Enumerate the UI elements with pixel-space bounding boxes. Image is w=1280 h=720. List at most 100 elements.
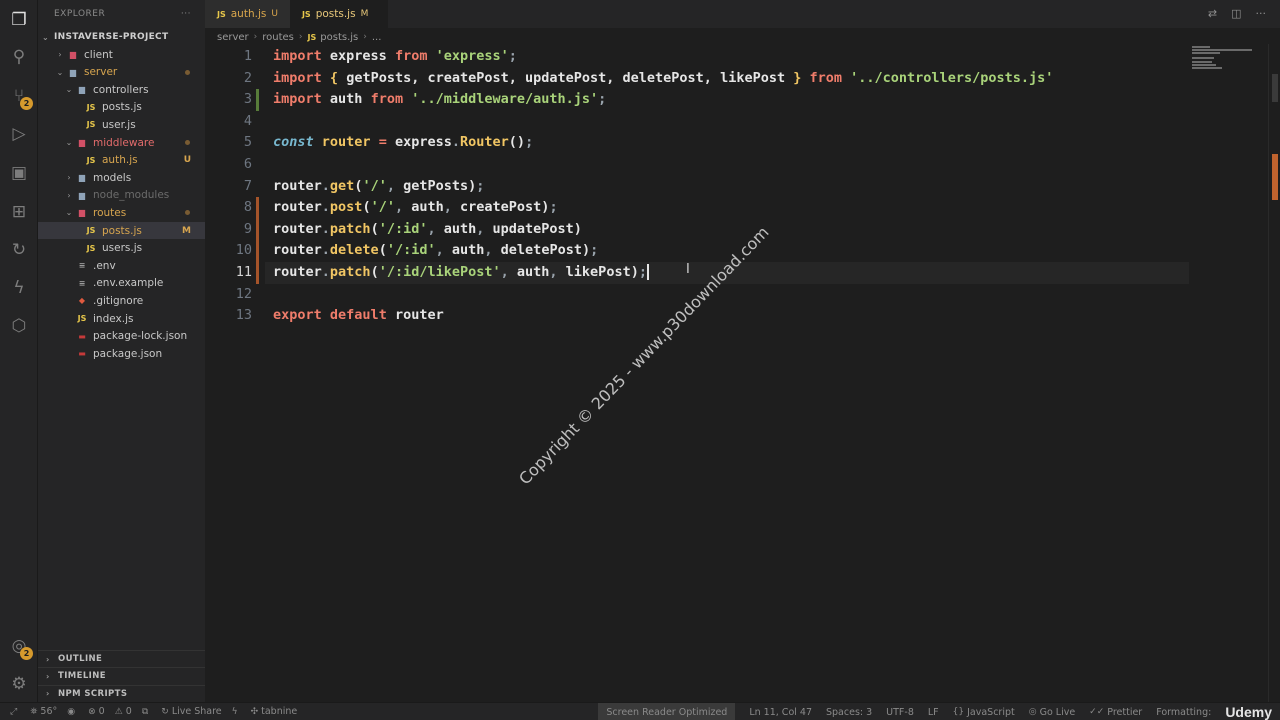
errors-status-item[interactable]: ⊗ 0 [88, 706, 105, 717]
status-text: JavaScript [967, 706, 1015, 718]
section-timeline[interactable]: › TIMELINE [38, 667, 205, 684]
code-line: router.patch('/:id', auth, updatePost) [273, 219, 582, 241]
line-number: 13 [235, 307, 252, 324]
status-lf[interactable]: LF [928, 707, 939, 718]
tab-auth-js[interactable]: JS auth.js U [205, 0, 290, 28]
breadcrumb-item[interactable]: server [217, 32, 249, 43]
status-glyph-icon: ✓✓ [1089, 707, 1105, 717]
tree-item-controllers[interactable]: ⌄ ▆ controllers [38, 81, 205, 98]
run-debug-icon[interactable]: ▷ [7, 122, 31, 146]
extensions-icon[interactable]: ⊞ [7, 200, 31, 224]
source-control-icon[interactable]: ⑂ 2 [7, 84, 33, 110]
code-token: , [443, 199, 452, 216]
file-icon: ≡ [78, 261, 86, 271]
folder-icon: ▆ [69, 50, 77, 59]
tree-item-posts-js[interactable]: JS posts.js [38, 99, 205, 116]
line-number: 12 [235, 285, 252, 302]
docker-icon[interactable]: ⬡ [7, 314, 31, 338]
live-share-icon[interactable]: ↻ [7, 238, 31, 262]
status-ln-11-col-47[interactable]: Ln 11, Col 47 [749, 707, 812, 718]
tabnine-status-item[interactable]: ✣ tabnine [251, 706, 298, 717]
tree-item-env[interactable]: ≡ .env [38, 257, 205, 274]
warnings-status-item[interactable]: ⚠ 0 [115, 706, 132, 717]
tree-item-node-modules[interactable]: › ▆ node_modules [38, 187, 205, 204]
account-icon[interactable]: ◎ 2 [7, 634, 33, 660]
folder-icon: ▆ [78, 173, 86, 183]
section-npm-scripts[interactable]: › NPM SCRIPTS [38, 684, 205, 702]
code-token: = [378, 134, 387, 151]
chevron-right-icon: › [46, 654, 50, 664]
tree-item-server[interactable]: ⌄ ▆ server [38, 64, 205, 81]
remote-status-item[interactable]: ⤢ [10, 707, 20, 717]
section-outline[interactable]: › OUTLINE [38, 650, 205, 667]
code-token: express [321, 48, 395, 64]
chevron-down-icon: ⌄ [65, 138, 73, 147]
project-root[interactable]: ⌄ INSTAVERSE-PROJECT [38, 28, 168, 46]
tree-item-routes[interactable]: ⌄ ▆ routes [38, 204, 205, 221]
js-file-icon: JS [307, 32, 317, 42]
code-token: createPost) [451, 199, 550, 216]
editor-scrollbar[interactable] [1268, 44, 1280, 702]
tree-item-package-lock-json[interactable]: ▬ package-lock.json [38, 328, 205, 345]
minimap-line [1192, 57, 1214, 59]
chevron-right-icon: › [67, 173, 71, 183]
status-go-live[interactable]: ◎ Go Live [1029, 707, 1075, 718]
live-share-status-status-item[interactable]: ↻ Live Share [161, 706, 221, 717]
status-prettier[interactable]: ✓✓ Prettier [1089, 707, 1142, 718]
chevron-right-icon: › [298, 32, 303, 42]
tree-item-auth-js[interactable]: JS auth.js U [38, 152, 205, 169]
status-formatting[interactable]: Formatting: [1156, 707, 1211, 718]
eye-status-item[interactable]: ◉ [67, 707, 78, 717]
compare-changes-icon[interactable]: ⇄ [1208, 7, 1217, 20]
tree-item-user-js[interactable]: JS user.js [38, 116, 205, 133]
tree-item-client[interactable]: › ▆ client [38, 46, 205, 63]
files-icon[interactable]: ❐ [7, 8, 31, 32]
code-token: '../middleware/auth.js' [411, 91, 599, 108]
status-text: 0 [125, 706, 132, 717]
tab-posts-js[interactable]: JS posts.js M [289, 0, 388, 28]
scm-badge: 2 [20, 97, 33, 110]
minimap[interactable] [1190, 44, 1268, 74]
git-icon: ◆ [78, 296, 86, 306]
tree-item-models[interactable]: › ▆ models [38, 169, 205, 186]
status-screen-reader-optimized[interactable]: Screen Reader Optimized [598, 703, 736, 720]
more-actions-icon[interactable]: ··· [1256, 7, 1267, 20]
bolt-status-item[interactable]: ϟ [232, 707, 241, 717]
line-number: 1 [243, 48, 252, 64]
tree-item-env-example[interactable]: ≡ .env.example [38, 275, 205, 292]
terminal-status-item[interactable]: ⧉ [142, 707, 151, 717]
breadcrumb-item[interactable]: ... [372, 32, 382, 43]
status-javascript[interactable]: {} JavaScript [953, 707, 1015, 718]
remote-explorer-icon[interactable]: ▣ [7, 161, 31, 185]
tree-item-package-json[interactable]: ▬ package.json [38, 345, 205, 362]
code-token: router [321, 134, 371, 151]
line-number: 2 [243, 69, 252, 86]
more-actions-icon[interactable]: ··· [181, 9, 191, 19]
code-token: express [386, 134, 452, 151]
status-spaces-3[interactable]: Spaces: 3 [826, 707, 872, 718]
code-editor[interactable]: 1 import express from 'express'; 2 import {… [205, 44, 1268, 702]
ports-status-item[interactable]: ⛯ 56° [30, 706, 57, 717]
scrollbar-thumb[interactable] [1272, 74, 1278, 102]
search-icon[interactable]: ⚲ [7, 45, 31, 69]
tree-item-posts-js[interactable]: JS posts.js M [38, 222, 205, 239]
breadcrumb-item[interactable]: routes [262, 32, 294, 43]
thunder-client-icon[interactable]: ϟ [7, 276, 31, 300]
live-share-status-icon: ↻ [161, 706, 169, 717]
status-utf-8[interactable]: UTF-8 [886, 707, 914, 718]
code-token: '/:id/likePost' [378, 264, 501, 280]
breadcrumb-item[interactable]: posts.js [320, 32, 358, 43]
tree-item-users-js[interactable]: JS users.js [38, 240, 205, 257]
status-glyph-icon: {} [952, 707, 965, 717]
code-token: export [273, 307, 322, 324]
tree-item-middleware[interactable]: ⌄ ▆ middleware [38, 134, 205, 151]
settings-gear-icon[interactable]: ⚙ [7, 672, 31, 696]
split-editor-icon[interactable]: ◫ [1231, 7, 1241, 20]
code-token: '/' [362, 177, 387, 194]
code-line: const router = express.Router(); [273, 132, 533, 154]
tree-item-index-js[interactable]: JS index.js [38, 310, 205, 327]
line-number: 6 [243, 156, 252, 172]
tree-item-gitignore[interactable]: ◆ .gitignore [38, 292, 205, 309]
